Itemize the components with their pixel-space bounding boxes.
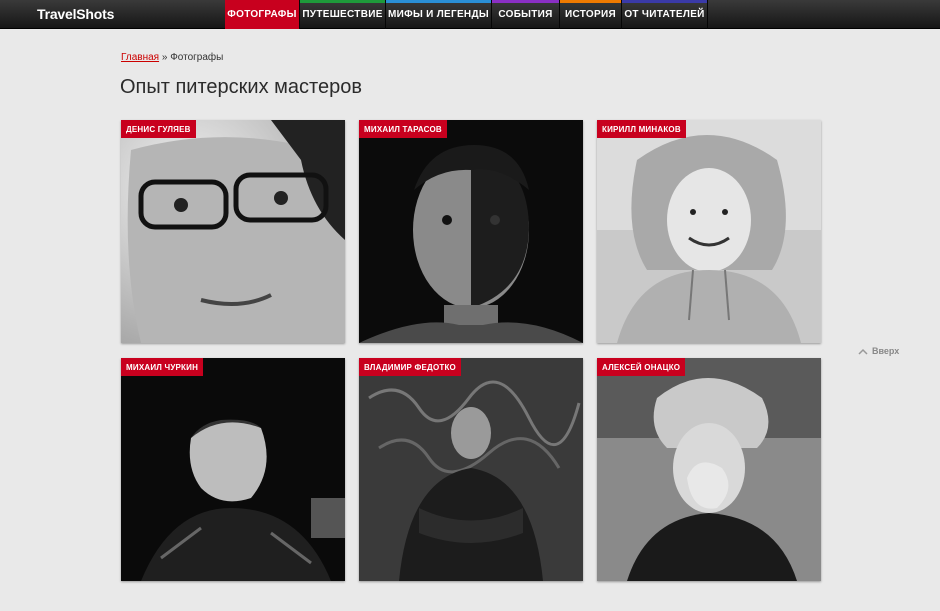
- chevron-up-icon: [858, 348, 868, 355]
- breadcrumb-current: Фотографы: [170, 52, 224, 63]
- nav-color-stripe: [386, 0, 491, 3]
- back-to-top-label: Вверх: [872, 346, 900, 356]
- nav-item-label: ОТ ЧИТАТЕЛЕЙ: [624, 9, 705, 20]
- photographer-card[interactable]: МИХАИЛ ЧУРКИН: [121, 358, 345, 581]
- nav-item-label: ИСТОРИЯ: [565, 9, 616, 20]
- photographer-card[interactable]: МИХАИЛ ТАРАСОВ: [359, 120, 583, 343]
- back-to-top-button[interactable]: Вверх: [858, 346, 899, 356]
- photographer-card[interactable]: ДЕНИС ГУЛЯЕВ: [121, 120, 345, 343]
- main-nav: ФОТОГРАФЫ ПУТЕШЕСТВИЕ МИФЫ И ЛЕГЕНДЫ СОБ…: [225, 0, 708, 29]
- nav-item-label: МИФЫ И ЛЕГЕНДЫ: [388, 9, 489, 20]
- nav-item-travel[interactable]: ПУТЕШЕСТВИЕ: [300, 0, 386, 29]
- photographer-name-label: ДЕНИС ГУЛЯЕВ: [121, 120, 196, 138]
- nav-item-history[interactable]: ИСТОРИЯ: [560, 0, 622, 29]
- photographer-name-label: МИХАИЛ ЧУРКИН: [121, 358, 204, 376]
- photographer-card[interactable]: АЛЕКСЕЙ ОНАЦКО: [597, 358, 821, 581]
- photographer-photo: [359, 120, 583, 343]
- breadcrumb-separator: »: [159, 52, 171, 63]
- photographer-photo: [121, 120, 345, 343]
- nav-color-stripe: [622, 0, 707, 3]
- photographer-photo: [121, 358, 345, 581]
- nav-item-label: ФОТОГРАФЫ: [227, 9, 297, 20]
- nav-color-stripe: [560, 0, 621, 3]
- photographer-name-label: КИРИЛЛ МИНАКОВ: [597, 120, 686, 138]
- nav-item-photographers[interactable]: ФОТОГРАФЫ: [225, 0, 300, 29]
- top-bar: TravelShots ФОТОГРАФЫ ПУТЕШЕСТВИЕ МИФЫ И…: [0, 0, 940, 29]
- photographer-name-label: МИХАИЛ ТАРАСОВ: [359, 120, 447, 138]
- photographer-card[interactable]: ВЛАДИМИР ФЕДОТКО: [359, 358, 583, 581]
- photographer-photo: [359, 358, 583, 581]
- page-title: Опыт питерских мастеров: [120, 76, 362, 98]
- photographer-name-label: АЛЕКСЕЙ ОНАЦКО: [597, 358, 686, 376]
- nav-item-label: СОБЫТИЯ: [498, 9, 553, 20]
- photographer-name-label: ВЛАДИМИР ФЕДОТКО: [359, 358, 461, 376]
- nav-item-label: ПУТЕШЕСТВИЕ: [302, 9, 383, 20]
- nav-item-myths[interactable]: МИФЫ И ЛЕГЕНДЫ: [386, 0, 492, 29]
- photographer-photo: [597, 120, 821, 343]
- nav-color-stripe: [300, 0, 385, 3]
- breadcrumb: Главная » Фотографы: [121, 52, 223, 63]
- nav-color-stripe: [225, 0, 299, 3]
- nav-item-from-readers[interactable]: ОТ ЧИТАТЕЛЕЙ: [622, 0, 708, 29]
- nav-item-events[interactable]: СОБЫТИЯ: [492, 0, 560, 29]
- nav-color-stripe: [492, 0, 559, 3]
- photographer-card[interactable]: КИРИЛЛ МИНАКОВ: [597, 120, 821, 343]
- photographer-photo: [597, 358, 821, 581]
- breadcrumb-home-link[interactable]: Главная: [121, 52, 159, 63]
- site-logo[interactable]: TravelShots: [37, 6, 114, 22]
